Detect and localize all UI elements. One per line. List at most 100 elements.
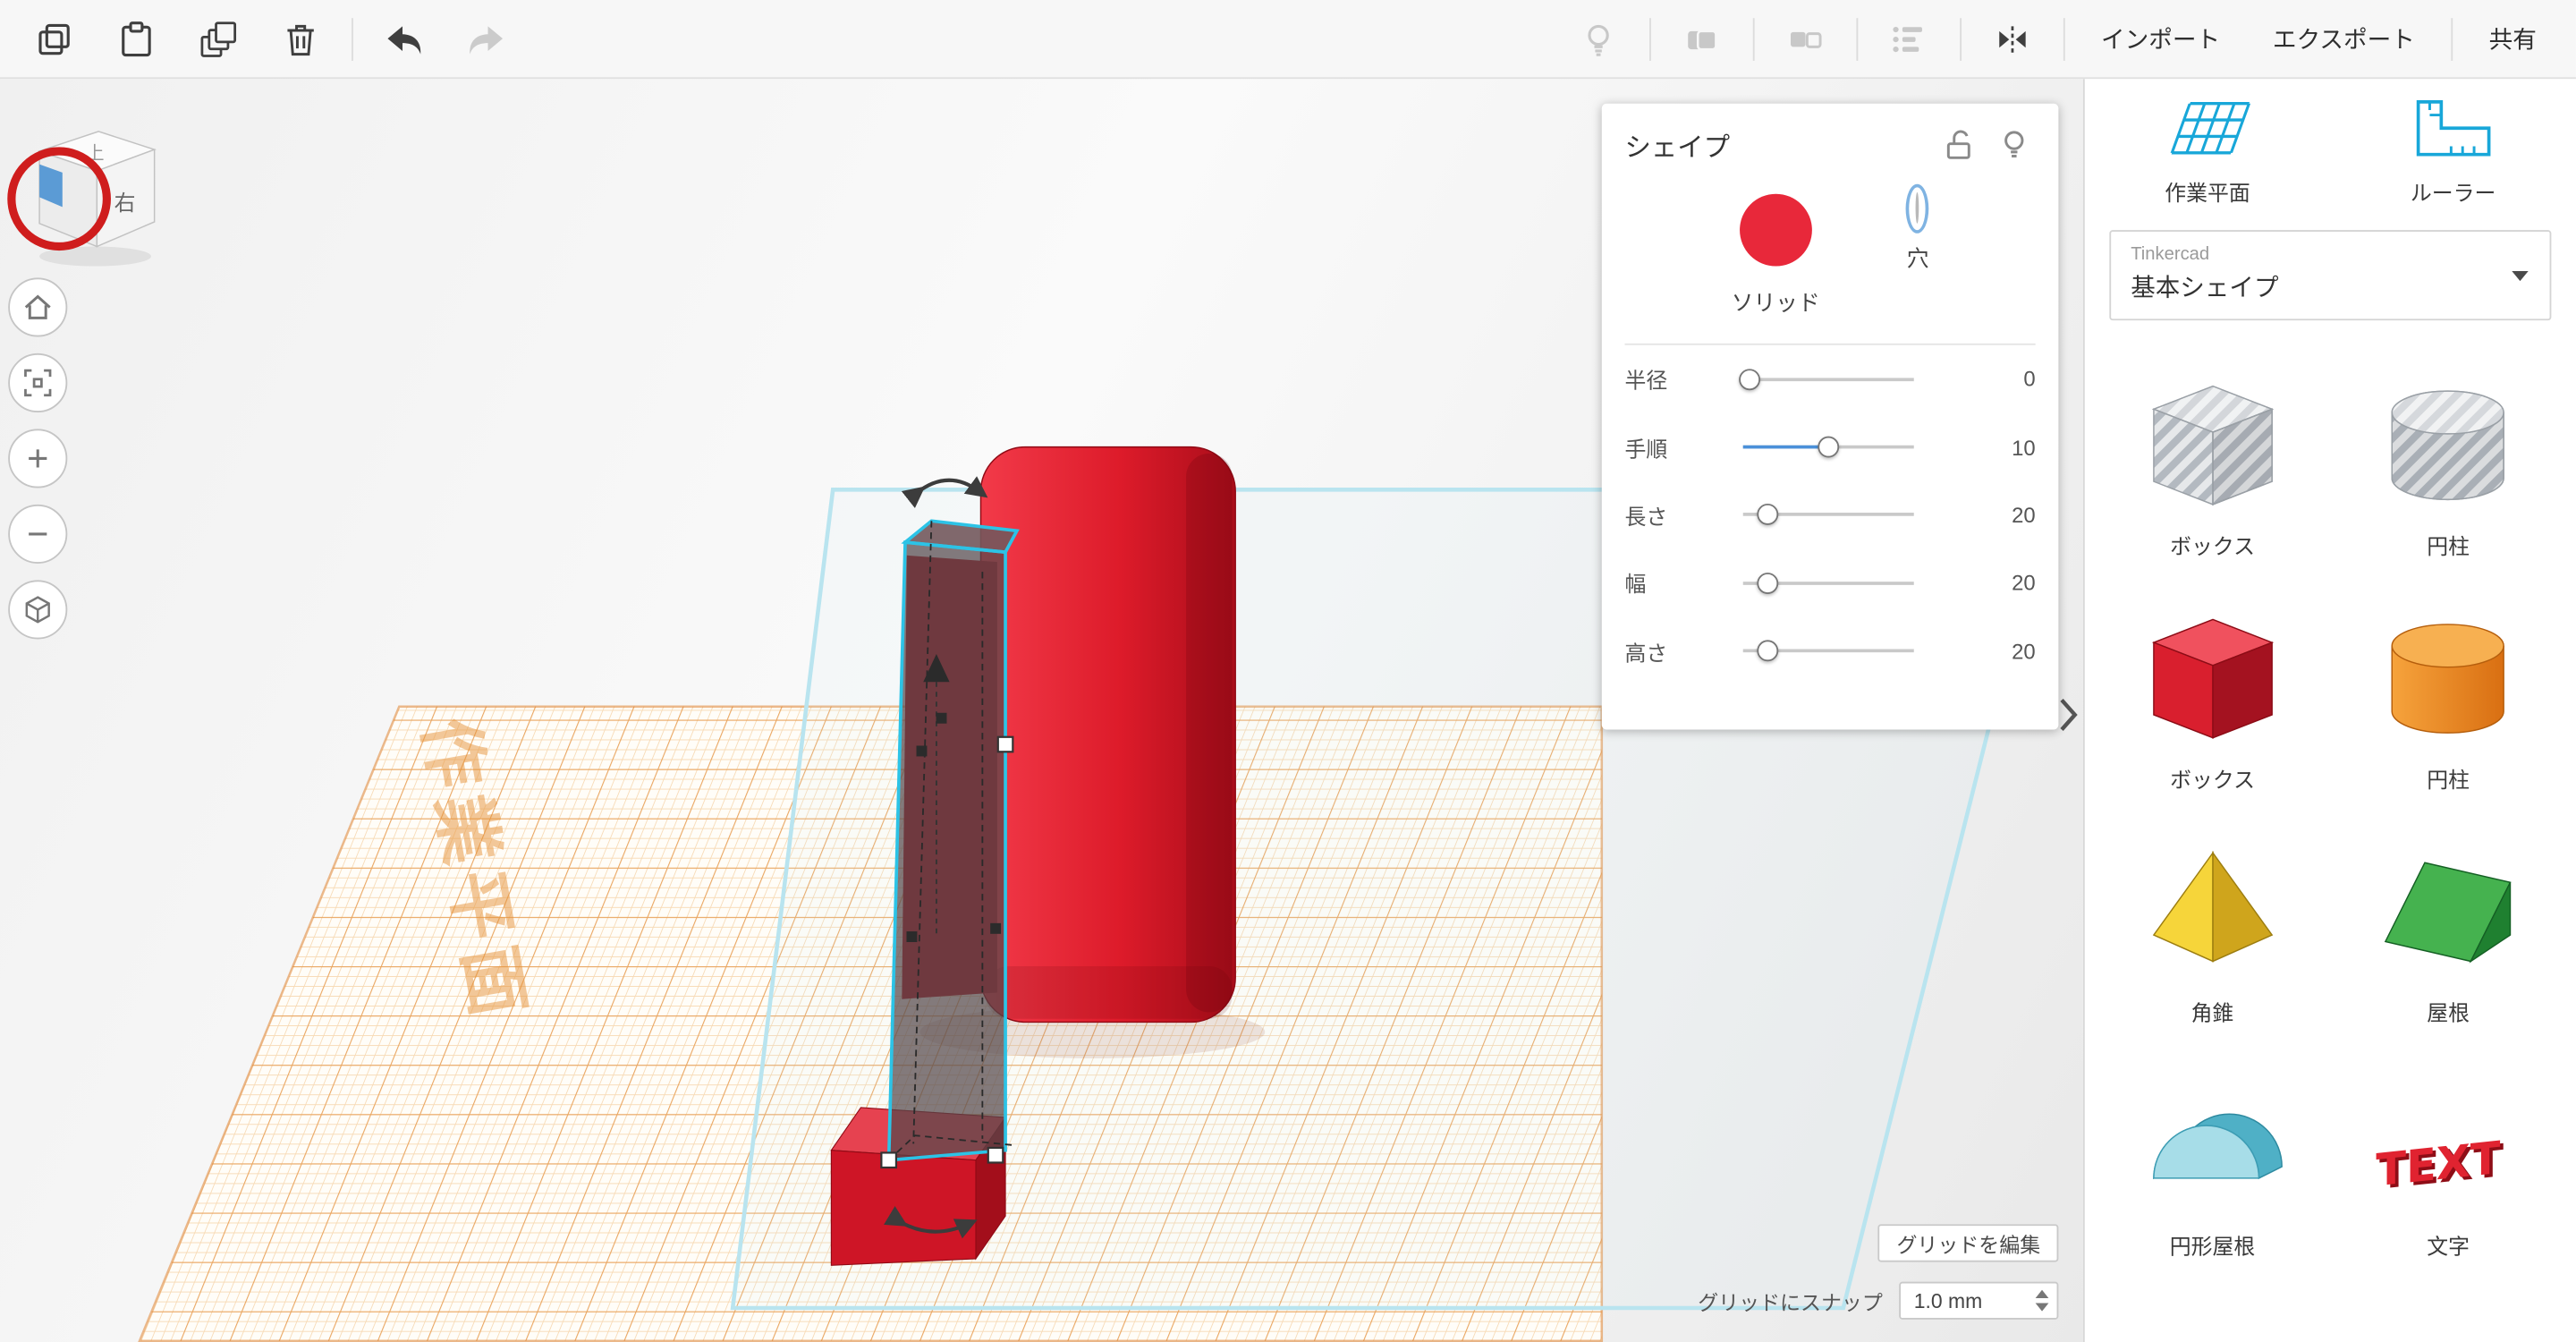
fit-view-icon [18,363,57,403]
zoom-in-button[interactable] [8,429,67,488]
toolbar-divider [1753,17,1755,60]
gallery-item-hole-cylinder[interactable]: 円柱 [2330,373,2566,560]
shape-label: 円柱 [2427,762,2470,794]
gallery-item-text[interactable]: TEXT TEXT 文字 [2330,1073,2566,1260]
height-slider[interactable] [1743,640,1914,663]
slider-row-height: 高さ 20 [1602,617,2059,685]
top-toolbar: インポート エクスポート 共有 [0,0,2576,79]
option-solid[interactable]: ソリッド [1732,194,1820,318]
gallery-item-roof[interactable]: 屋根 [2330,840,2566,1027]
pyramid-icon [2133,840,2291,985]
option-hole-label: 穴 [1907,240,1929,273]
edit-grid-button[interactable]: グリッドを編集 [1878,1224,2058,1261]
minus-icon [20,516,55,552]
solid-box-icon [2133,607,2291,752]
slider-knob[interactable] [1757,505,1778,526]
radius-slider[interactable] [1743,368,1914,391]
solid-hole-toggle: ソリッド 穴 [1602,177,2059,344]
tinkercad-app: インポート エクスポート 共有 作業平面 [0,0,2576,1342]
toolbar-divider [2451,17,2453,60]
slider-row-width: 幅 20 [1602,549,2059,617]
import-button[interactable]: インポート [2078,5,2243,71]
toolbar-divider [1649,17,1651,60]
zoom-out-button[interactable] [8,505,67,564]
chevron-down-icon [2512,271,2528,281]
duplicate-icon [197,17,240,60]
category-brand: Tinkercad [2131,245,2529,265]
snap-grid-select[interactable]: 1.0 mm [1899,1282,2058,1320]
fit-view-button[interactable] [8,353,67,412]
slider-value: 20 [1977,639,2036,664]
gallery-item-solid-box[interactable]: ボックス [2095,607,2331,794]
group-icon [1682,19,1722,58]
slider-row-length: 長さ 20 [1602,481,2059,549]
home-view-button[interactable] [8,277,67,336]
shape-label: 円柱 [2427,529,2470,560]
slider-knob[interactable] [1757,573,1778,594]
shape-label: 屋根 [2427,996,2470,1027]
shape-label: 文字 [2427,1229,2470,1261]
sidebar-tools: 作業平面 ルーラー [2085,79,2576,207]
shape-category-dropdown[interactable]: Tinkercad 基本シェイプ [2109,230,2551,320]
slider-knob[interactable] [1818,437,1839,458]
panel-collapse-button[interactable] [2055,687,2081,743]
copy-icon [33,17,76,60]
shape-label: 円形屋根 [2170,1229,2256,1261]
shape-panel-header: シェイプ [1602,104,2059,178]
length-slider[interactable] [1743,504,1914,527]
copy-button[interactable] [16,5,91,71]
hole-shape-selected[interactable] [889,521,1017,1159]
slider-label: 高さ [1624,635,1723,667]
ungroup-button[interactable] [1767,5,1843,71]
undo-icon [381,17,427,60]
slider-value: 10 [1977,435,2036,460]
slider-knob[interactable] [1739,369,1760,390]
stepper-arrows-icon[interactable] [2036,1290,2049,1312]
visibility-button[interactable] [1993,125,2036,165]
group-button[interactable] [1664,5,1739,71]
option-solid-label: ソリッド [1732,285,1820,318]
width-slider[interactable] [1743,572,1914,595]
selected-ring [1906,183,1929,233]
toolbar-right-group: インポート エクスポート 共有 [1561,5,2560,71]
category-name: 基本シェイプ [2131,269,2529,304]
slider-row-radius: 半径 0 [1602,345,2059,413]
show-all-button[interactable] [1561,5,1636,71]
option-hole[interactable]: 穴 [1907,194,1929,273]
round-roof-icon [2133,1073,2291,1218]
gallery-item-solid-cylinder[interactable]: 円柱 [2330,607,2566,794]
light-bulb-icon [1579,19,1618,58]
gallery-item-pyramid[interactable]: 角錐 [2095,840,2331,1027]
toolbar-divider [1856,17,1858,60]
gallery-item-hole-box[interactable]: ボックス [2095,373,2331,560]
snap-grid-label: グリッドにスナップ [1698,1285,1883,1316]
ungroup-icon [1785,19,1825,58]
chevron-right-icon [2058,697,2078,733]
view-cube[interactable]: 上 右 [4,112,194,293]
tool-ruler[interactable]: ルーラー [2330,96,2576,208]
delete-button[interactable] [263,5,338,71]
duplicate-button[interactable] [181,5,256,71]
align-button[interactable] [1871,5,1946,71]
lock-button[interactable] [1936,125,1979,165]
redo-button[interactable] [448,5,523,71]
roof-icon [2369,840,2527,985]
slider-knob[interactable] [1757,641,1778,662]
home-icon [16,286,59,329]
tool-workplane[interactable]: 作業平面 [2085,96,2331,208]
perspective-toggle-button[interactable] [8,580,67,639]
viewcube-right-label: 右 [114,191,136,216]
snap-grid-row: グリッドにスナップ 1.0 mm [1698,1282,2058,1320]
slider-label: 長さ [1624,499,1723,531]
export-button[interactable]: エクスポート [2250,5,2437,71]
steps-slider[interactable] [1743,436,1914,459]
gallery-item-round-roof[interactable]: 円形屋根 [2095,1073,2331,1260]
mirror-button[interactable] [1975,5,2050,71]
slider-value: 20 [1977,503,2036,528]
share-button[interactable]: 共有 [2466,5,2560,71]
paste-button[interactable] [98,5,174,71]
trash-icon [279,17,322,60]
undo-button[interactable] [367,5,442,71]
slider-row-steps: 手順 10 [1602,413,2059,481]
mirror-icon [1993,19,2032,58]
